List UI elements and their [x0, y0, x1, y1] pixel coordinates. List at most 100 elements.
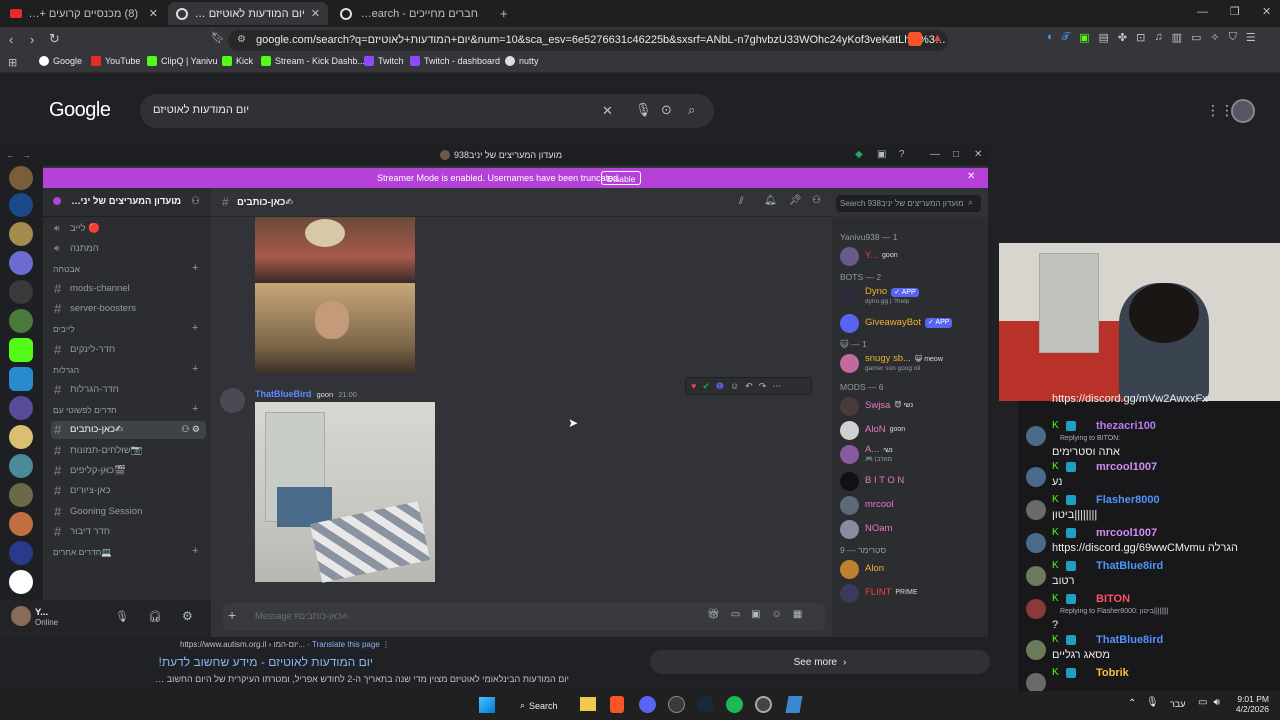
notification-bell-icon[interactable]: 🔔︎ [764, 195, 777, 206]
channel-item[interactable]: # Gooning Session [51, 502, 206, 520]
google-logo[interactable]: Google [49, 99, 111, 122]
bookmark-google[interactable]: Google [39, 56, 82, 66]
extension-icon[interactable]: ▤ [1099, 31, 1109, 44]
channel-item[interactable]: # mods-channel [51, 280, 206, 298]
server-icon[interactable] [9, 570, 33, 594]
chat-username[interactable]: Flasher8000 [1096, 494, 1160, 506]
chat-username[interactable]: ThatBlue8ird [1096, 560, 1163, 572]
gift-icon[interactable]: 🎁︎ [707, 609, 720, 620]
channel-category[interactable]: לייבים [53, 324, 75, 334]
help-icon[interactable]: ? [899, 149, 905, 160]
message-image[interactable] [255, 402, 435, 583]
translate-link[interactable]: Translate this page [312, 640, 380, 649]
settings-gear-icon[interactable]: ⚙ [182, 609, 193, 623]
wallet-icon[interactable]: ▭ [1191, 31, 1201, 44]
channel-item[interactable]: # חדר-לינקים [51, 340, 206, 358]
steam-icon[interactable] [697, 696, 714, 713]
member-item[interactable]: snugy sb... 😺 meow gamer son goog oil [840, 353, 943, 373]
spotify-icon[interactable] [726, 696, 743, 713]
tab-google-search[interactable]: חברים מחייכים - Google Search [332, 2, 492, 25]
address-bar[interactable]: google.com/search?q=יום+המודעות+לאוטיזם&… [228, 30, 948, 51]
server-icon[interactable] [9, 425, 33, 449]
media-icon[interactable]: ♫ [1154, 31, 1162, 44]
member-item[interactable]: A... נשי 🎮 מוזרבן [840, 444, 893, 464]
channel-settings-icon[interactable]: ⚇ ⚙ [181, 424, 200, 435]
add-attachment-icon[interactable]: + [228, 607, 236, 623]
avatar[interactable] [1231, 99, 1255, 123]
reply-icon[interactable]: ↶ [745, 381, 753, 392]
apps-grid-icon[interactable]: ⊞ [8, 56, 17, 69]
server-icon[interactable] [9, 166, 33, 190]
add-reaction-icon[interactable]: ☺ [730, 381, 739, 391]
member-item[interactable]: NOam [840, 519, 892, 539]
add-channel-icon[interactable]: + [192, 545, 198, 557]
brave-shields-icon[interactable] [908, 32, 922, 46]
close-window-icon[interactable]: ✕ [1262, 5, 1271, 18]
maximize-icon[interactable]: ❐ [1230, 5, 1240, 18]
file-explorer-icon[interactable] [580, 697, 596, 711]
add-channel-icon[interactable]: + [192, 262, 198, 274]
sticker-icon[interactable]: ▣ [751, 609, 760, 620]
message-image[interactable] [255, 217, 415, 374]
result-url[interactable]: https://www.autism.org.il › יום-המו... ·… [180, 640, 390, 649]
channel-item[interactable]: # חדר-הגרלות [51, 381, 206, 399]
search-query[interactable]: יום המודעות לאוטיזם [153, 104, 249, 116]
forward-icon[interactable]: ↷ [759, 381, 767, 392]
bookmark-youtube[interactable]: YouTube [91, 56, 140, 66]
server-icon[interactable] [9, 396, 33, 420]
message-author[interactable]: ThatBlueBird [255, 389, 312, 399]
puzzle-icon[interactable]: ✤ [1118, 31, 1127, 44]
member-item[interactable]: Swjsa 😈 נשי [840, 396, 913, 416]
channel-item[interactable]: 🔊︎ לייב 🔴 [51, 219, 206, 237]
member-item[interactable]: AloN goon [840, 420, 905, 440]
threads-icon[interactable]: ⫽ [739, 196, 743, 207]
close-banner-icon[interactable]: ✕ [967, 171, 975, 182]
clear-icon[interactable]: ✕ [602, 103, 613, 119]
kick-server-icon[interactable] [9, 338, 33, 362]
server-icon[interactable] [9, 541, 33, 565]
sidebar-icon[interactable]: ▥ [1172, 31, 1182, 44]
extension-icon[interactable]: ◖ [1046, 31, 1053, 44]
minimize-icon[interactable]: — [930, 149, 940, 160]
close-icon[interactable]: ✕ [311, 7, 320, 20]
heart-reaction-icon[interactable]: ♥ [691, 381, 696, 391]
system-tray[interactable]: ▭ 🔊︎ [1198, 697, 1220, 708]
channel-item[interactable]: 🔊︎ המתנה [51, 239, 206, 257]
channel-category[interactable]: חדרים לפשוטי עם [53, 405, 117, 415]
tab-youtube[interactable]: (8) מכנסיים קרועים + כתוביות - בובה ✕ [2, 2, 166, 25]
member-list-icon[interactable]: ⚇ [812, 195, 821, 206]
extension-icon[interactable]: 𝒯 [1062, 31, 1070, 44]
add-channel-icon[interactable]: + [192, 363, 198, 375]
bookmark-twitch[interactable]: Twitch [364, 56, 404, 66]
app-icon[interactable] [755, 696, 772, 713]
search-icon[interactable]: ⌕ [688, 102, 695, 118]
menu-icon[interactable]: ☰ [1246, 31, 1256, 44]
bookmark-kick[interactable]: Kick [222, 56, 253, 66]
search-input[interactable]: Search מועדון המעריצים של יניב938 ⌕ [836, 195, 981, 212]
bookmark-icon[interactable]: 🔖︎ [211, 31, 225, 44]
channel-category[interactable]: הגרלות [53, 365, 79, 375]
new-tab-icon[interactable]: + [500, 6, 508, 21]
lens-icon[interactable]: ⊙ [661, 102, 672, 118]
chat-username[interactable]: ThatBlue8ird [1096, 634, 1163, 646]
add-channel-icon[interactable]: + [192, 403, 198, 415]
forward-icon[interactable]: → [22, 150, 31, 160]
member-item[interactable]: GiveawayBot ✓ APP [840, 313, 953, 333]
minimize-icon[interactable]: — [1197, 6, 1208, 18]
channel-item[interactable]: # כאן-ציורים [51, 482, 206, 500]
maximize-icon[interactable]: □ [953, 149, 959, 160]
channel-category[interactable]: אבטחה [53, 264, 80, 274]
channel-item[interactable]: # כאן-כותבים✍ ⚇ ⚙ [51, 420, 206, 439]
back-icon[interactable]: ‹ [9, 32, 13, 47]
gif-icon[interactable]: ▭ [731, 609, 740, 620]
pin-icon[interactable]: 📌︎ [789, 195, 802, 206]
chevron-up-icon[interactable]: ⌃ [1128, 698, 1136, 709]
forward-icon[interactable]: › [30, 32, 34, 47]
nitro-icon[interactable]: ◆ [855, 149, 863, 160]
apps-icon[interactable]: ▦ [793, 609, 802, 620]
server-icon[interactable] [9, 512, 33, 536]
chat-username[interactable]: BITON [1096, 593, 1130, 605]
obs-icon[interactable] [668, 696, 685, 713]
tab-google-search-active[interactable]: יום המודעות לאוטיזם - Google Search ✕ [168, 2, 328, 25]
username[interactable]: Y... [35, 607, 48, 618]
